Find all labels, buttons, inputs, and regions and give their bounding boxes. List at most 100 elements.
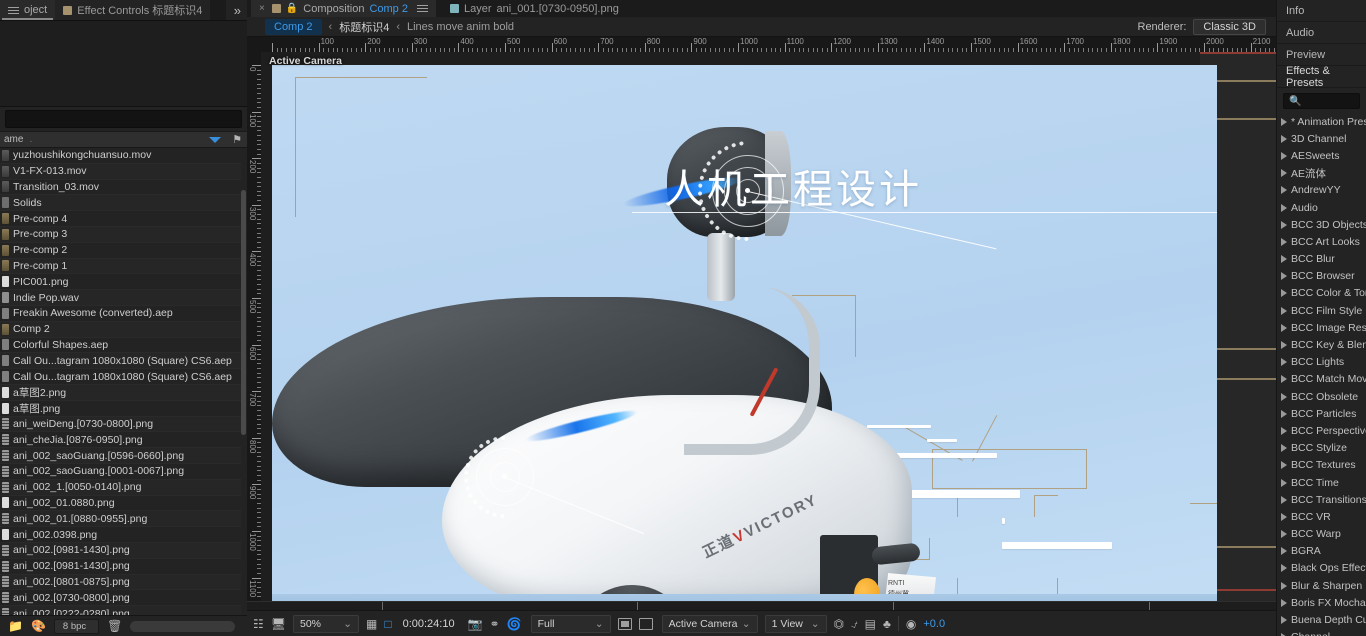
trash-icon[interactable]: 🗑	[107, 619, 122, 633]
list-item[interactable]: Pre-comp 3	[0, 226, 241, 243]
breadcrumb-item-title-id4[interactable]: 标题标识4	[339, 19, 389, 35]
list-item[interactable]: Freakin Awesome (converted).aep	[0, 306, 241, 322]
always-preview-icon[interactable]: ☷	[253, 618, 264, 630]
toggle-transparency-grid-icon[interactable]	[638, 617, 653, 630]
disclosure-triangle-icon[interactable]	[1281, 186, 1287, 195]
effects-category-item[interactable]: BCC Warp	[1277, 526, 1366, 543]
effects-category-item[interactable]: BCC Stylize	[1277, 440, 1366, 457]
list-item[interactable]: a草图2.png	[0, 384, 241, 401]
disclosure-triangle-icon[interactable]	[1281, 220, 1287, 229]
effects-category-item[interactable]: BCC Browser	[1277, 268, 1366, 285]
disclosure-triangle-icon[interactable]	[1281, 117, 1287, 126]
lock-icon[interactable]: 🔒	[286, 3, 298, 14]
breadcrumb-item-comp2[interactable]: Comp 2	[265, 18, 322, 35]
disclosure-triangle-icon[interactable]	[1281, 409, 1287, 418]
tab-effect-controls[interactable]: Effect Controls 标题标识4	[55, 0, 211, 20]
list-item[interactable]: V1-FX-013.mov	[0, 163, 241, 180]
disclosure-triangle-icon[interactable]	[1281, 598, 1287, 607]
tab-audio[interactable]: Audio	[1277, 22, 1366, 44]
project-footer-pill[interactable]	[130, 620, 236, 632]
effects-category-item[interactable]: Buena Depth Cue	[1277, 611, 1366, 628]
effects-category-item[interactable]: BCC Perspective	[1277, 422, 1366, 439]
composition-viewer[interactable]: Active Camera 人机工程设计 正道VVICTORY RNTI	[261, 52, 1276, 610]
effects-category-item[interactable]: AE流体	[1277, 165, 1366, 182]
disclosure-triangle-icon[interactable]	[1281, 341, 1287, 350]
disclosure-triangle-icon[interactable]	[1281, 272, 1287, 281]
effects-category-item[interactable]: Blur & Sharpen	[1277, 577, 1366, 594]
list-item[interactable]: ani_002.0398.png	[0, 527, 241, 543]
resolution-select[interactable]: Full ⌄	[530, 614, 611, 633]
disclosure-triangle-icon[interactable]	[1281, 306, 1287, 315]
list-item[interactable]: Transition_03.mov	[0, 180, 241, 196]
zoom-select[interactable]: 50% ⌄	[293, 614, 359, 633]
list-item[interactable]: Colorful Shapes.aep	[0, 338, 241, 354]
list-item[interactable]: Comp 2	[0, 321, 241, 338]
effects-category-item[interactable]: BCC Textures	[1277, 457, 1366, 474]
exposure-value[interactable]: +0.0	[923, 618, 945, 630]
overflow-icon[interactable]: »	[234, 3, 241, 18]
tab-preview[interactable]: Preview	[1277, 44, 1366, 66]
disclosure-triangle-icon[interactable]	[1281, 323, 1287, 332]
effects-category-item[interactable]: BCC Lights	[1277, 354, 1366, 371]
disclosure-triangle-icon[interactable]	[1281, 444, 1287, 453]
list-item[interactable]: ani_weiDeng.[0730-0800].png	[0, 416, 241, 433]
composition-stage[interactable]: 人机工程设计 正道VVICTORY RNTI 德州冀	[272, 65, 1217, 604]
effects-category-item[interactable]: 3D Channel	[1277, 130, 1366, 147]
effects-category-item[interactable]: * Animation Prese	[1277, 113, 1366, 130]
list-item[interactable]: Pre-comp 2	[0, 243, 241, 259]
effects-category-item[interactable]: Channel	[1277, 629, 1366, 636]
grid-choose-icon[interactable]: ▦	[366, 618, 377, 630]
effects-category-item[interactable]: BCC Match Move	[1277, 371, 1366, 388]
panel-menu-icon[interactable]	[8, 6, 19, 14]
disclosure-triangle-icon[interactable]	[1281, 616, 1287, 625]
effects-category-item[interactable]: Audio	[1277, 199, 1366, 216]
list-item[interactable]: ani_002.[0730-0800].png	[0, 590, 241, 607]
effects-category-item[interactable]: BCC Time	[1277, 474, 1366, 491]
list-item[interactable]: ani_002.[0981-1430].png	[0, 542, 241, 559]
asset-column-header[interactable]: ame . ⚑	[0, 131, 247, 148]
vertical-ruler[interactable]: 0 100 200 300 400 500 600 700 800 900 1000 1100	[247, 52, 261, 610]
list-item[interactable]: PIC001.png	[0, 274, 241, 291]
reset-exposure-icon[interactable]: ◉	[906, 618, 916, 630]
fast-previews-icon[interactable]: ⍻	[851, 618, 858, 630]
effects-category-item[interactable]: BCC Key & Blend	[1277, 336, 1366, 353]
views-select[interactable]: 1 View ⌄	[764, 614, 827, 633]
panel-menu-icon[interactable]	[416, 5, 428, 12]
disclosure-triangle-icon[interactable]	[1281, 289, 1287, 298]
list-item[interactable]: Indie Pop.wav	[0, 290, 241, 306]
disclosure-triangle-icon[interactable]	[1281, 426, 1287, 435]
camera-icon[interactable]: 📷	[468, 618, 483, 630]
effects-category-item[interactable]: BCC Transitions	[1277, 491, 1366, 508]
effects-category-item[interactable]: BCC VR	[1277, 508, 1366, 525]
disclosure-triangle-icon[interactable]	[1281, 169, 1287, 178]
tab-project[interactable]: oject	[0, 0, 56, 20]
tab-layer[interactable]: Layer ani_001.[0730-0950].png	[441, 0, 627, 17]
list-item[interactable]: yuzhoushikongchuansuo.mov	[0, 148, 241, 164]
effects-category-item[interactable]: BCC Art Looks	[1277, 233, 1366, 250]
disclosure-triangle-icon[interactable]	[1281, 564, 1287, 573]
monitor-icon[interactable]: 🖥	[271, 618, 286, 630]
project-search-input[interactable]	[5, 110, 242, 128]
effects-category-item[interactable]: BCC Particles	[1277, 405, 1366, 422]
list-item[interactable]: ani_002_1.[0050-0140].png	[0, 479, 241, 496]
disclosure-triangle-icon[interactable]	[1281, 203, 1287, 212]
disclosure-triangle-icon[interactable]	[1281, 512, 1287, 521]
list-item[interactable]: ani_002.[0801-0875].png	[0, 574, 241, 591]
asset-list[interactable]: yuzhoushikongchuansuo.mov V1-FX-013.mov Tr…	[0, 148, 241, 615]
effects-category-item[interactable]: AESweets	[1277, 147, 1366, 164]
disclosure-triangle-icon[interactable]	[1281, 495, 1287, 504]
disclosure-triangle-icon[interactable]	[1281, 478, 1287, 487]
effects-category-item[interactable]: BGRA	[1277, 543, 1366, 560]
bit-depth-button[interactable]: 8 bpc	[53, 618, 100, 634]
effects-category-item[interactable]: BCC Film Style	[1277, 302, 1366, 319]
timeline-mini-strip[interactable]	[247, 601, 1276, 611]
effects-category-item[interactable]: AndrewYY	[1277, 182, 1366, 199]
comp-flowchart-icon[interactable]: ♣	[883, 618, 891, 630]
renderer-button[interactable]: Classic 3D	[1193, 19, 1266, 35]
disclosure-triangle-icon[interactable]	[1281, 237, 1287, 246]
list-item[interactable]: ani_002_saoGuang.[0596-0660].png	[0, 448, 241, 464]
tab-effects-and-presets[interactable]: Effects & Presets	[1277, 65, 1366, 89]
effects-search-input[interactable]: 🔍	[1283, 93, 1360, 109]
folder-icon[interactable]: 📁	[8, 619, 23, 633]
current-time[interactable]: 0:00:24:10	[403, 618, 455, 630]
